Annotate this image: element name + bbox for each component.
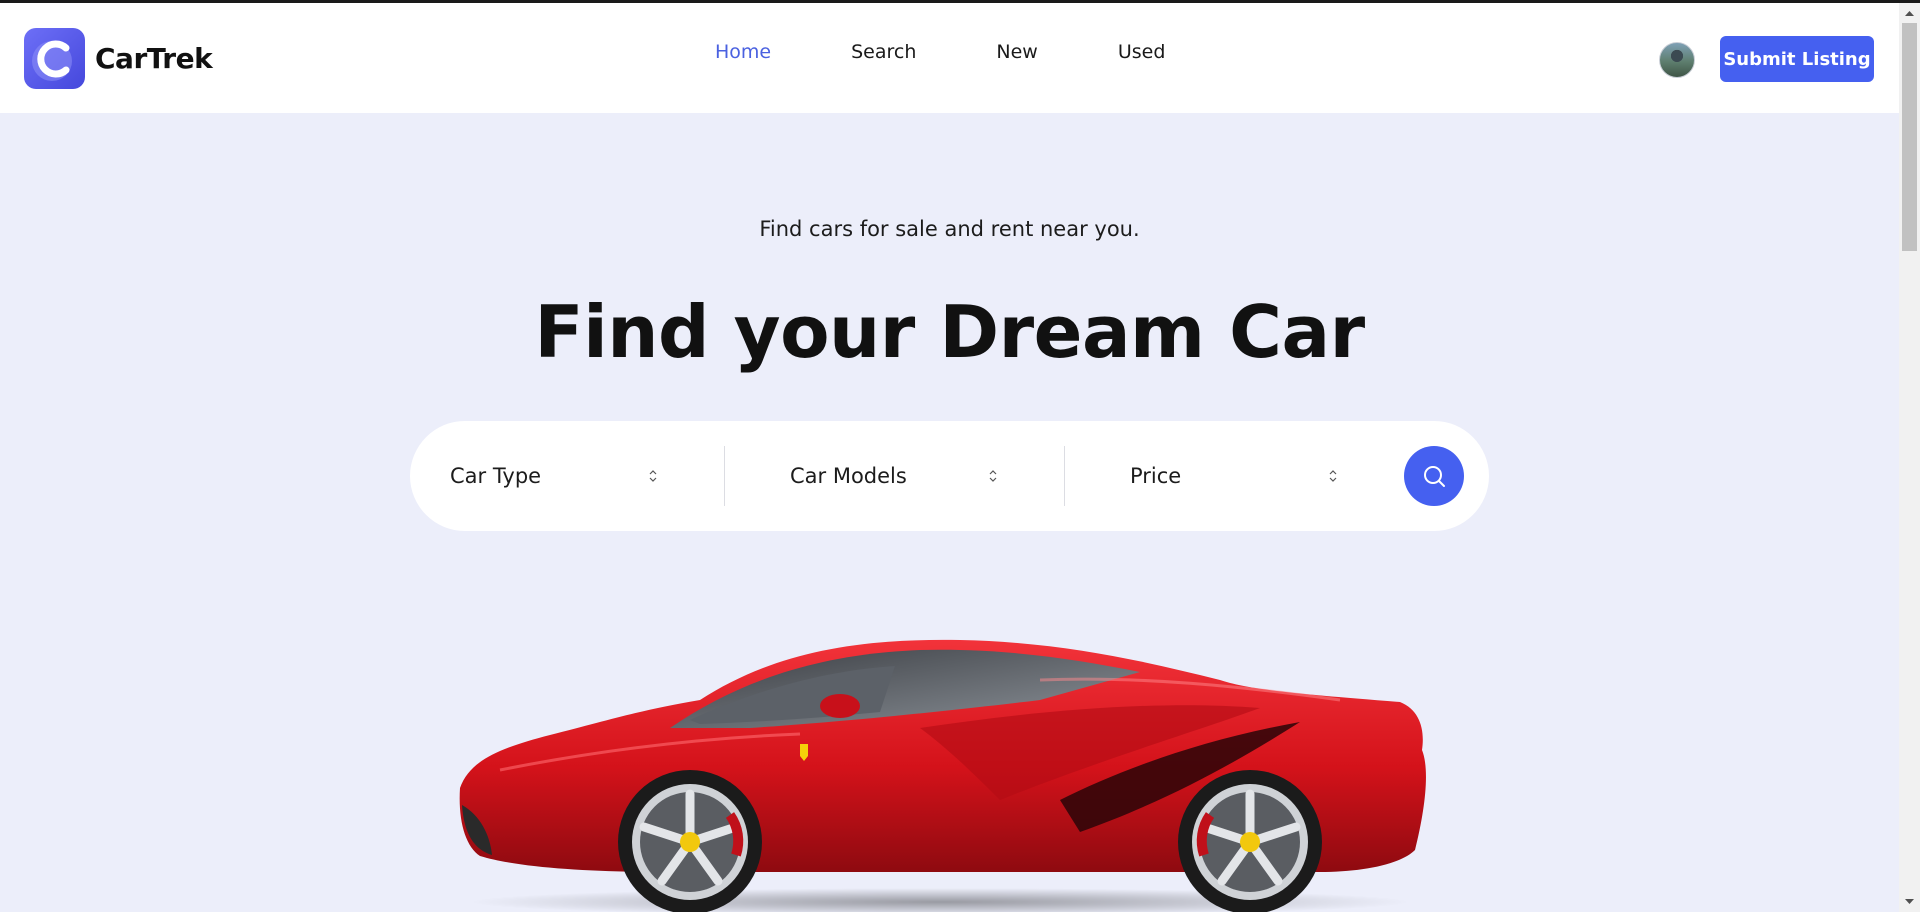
user-avatar[interactable] bbox=[1659, 42, 1695, 78]
main-nav: Home Search New Used bbox=[680, 41, 1165, 63]
car-models-select[interactable]: Car Models bbox=[790, 421, 1050, 531]
filter-divider bbox=[724, 446, 725, 506]
nav-used[interactable]: Used bbox=[1118, 41, 1166, 63]
car-type-label: Car Type bbox=[450, 464, 542, 488]
wheel-front bbox=[618, 770, 762, 912]
site-header: CarTrek Home Search New Used Submit List… bbox=[0, 3, 1899, 113]
price-select[interactable]: Price bbox=[1130, 421, 1390, 531]
nav-new[interactable]: New bbox=[996, 41, 1037, 63]
scroll-down-icon[interactable] bbox=[1899, 893, 1920, 910]
submit-listing-button[interactable]: Submit Listing bbox=[1720, 36, 1874, 82]
filter-divider bbox=[1064, 446, 1065, 506]
nav-search[interactable]: Search bbox=[851, 41, 916, 63]
car-models-label: Car Models bbox=[790, 464, 907, 488]
search-button[interactable] bbox=[1404, 446, 1464, 506]
hero-headline: Find your Dream Car bbox=[534, 290, 1365, 374]
brand-name: CarTrek bbox=[95, 42, 213, 75]
brand-logo-icon bbox=[24, 28, 85, 89]
hero-tagline: Find cars for sale and rent near you. bbox=[759, 217, 1140, 241]
hero-car-image bbox=[459, 639, 1426, 912]
nav-home[interactable]: Home bbox=[715, 41, 771, 63]
chevron-up-down-icon bbox=[649, 470, 657, 482]
chevron-up-down-icon bbox=[989, 470, 997, 482]
page-scrollbar[interactable] bbox=[1899, 3, 1920, 912]
chevron-up-down-icon bbox=[1329, 470, 1337, 482]
price-label: Price bbox=[1130, 464, 1182, 488]
scrollbar-thumb[interactable] bbox=[1902, 23, 1917, 251]
search-bar: Car Type Car Models Price bbox=[410, 421, 1489, 531]
search-icon bbox=[1424, 466, 1445, 487]
scroll-up-icon[interactable] bbox=[1899, 5, 1920, 22]
wheel-rear bbox=[1178, 770, 1322, 912]
car-type-select[interactable]: Car Type bbox=[450, 421, 710, 531]
brand-logo[interactable]: CarTrek bbox=[24, 28, 213, 89]
